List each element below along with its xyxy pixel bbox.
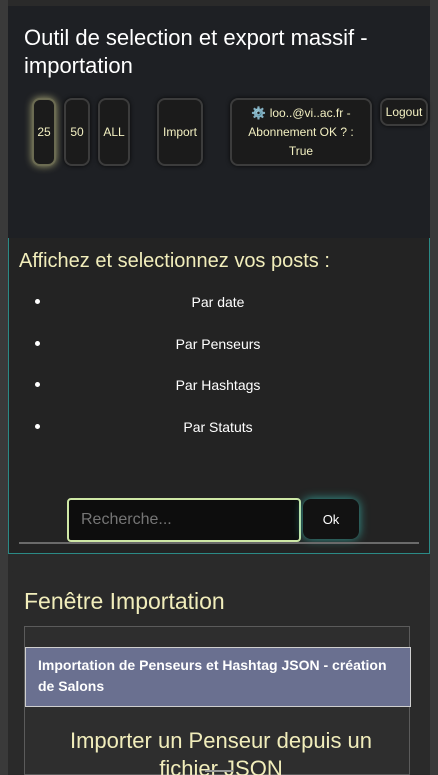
- filter-by-date[interactable]: Par date: [9, 290, 427, 314]
- divider: [19, 542, 419, 544]
- limit-25-button[interactable]: 25: [32, 98, 56, 166]
- search-ok-button[interactable]: Ok: [303, 499, 359, 539]
- logout-button[interactable]: Logout: [380, 98, 428, 126]
- posts-panel: Affichez et selectionnez vos posts : Par…: [8, 238, 430, 554]
- bottom-handle: [205, 770, 233, 772]
- import-box: Importation de Penseurs et Hashtag JSON …: [24, 626, 411, 775]
- posts-heading: Affichez et selectionnez vos posts :: [19, 250, 330, 272]
- account-settings-button[interactable]: ⚙️ loo..@vi..ac.fr - Abonnement OK ? : T…: [230, 98, 372, 166]
- page-title: Outil de selection et export massif - im…: [24, 25, 368, 78]
- import-heading: Fenêtre Importation: [24, 588, 225, 614]
- limit-50-button[interactable]: 50: [64, 98, 90, 166]
- scroll-gutter-right: [430, 0, 438, 775]
- scroll-gutter-left: [0, 0, 8, 775]
- header-panel: Outil de selection et export massif - im…: [8, 6, 430, 238]
- import-button[interactable]: Import: [157, 98, 203, 166]
- filter-by-status[interactable]: Par Statuts: [9, 415, 427, 439]
- import-section-banner[interactable]: Importation de Penseurs et Hashtag JSON …: [25, 647, 411, 707]
- import-panel: Fenêtre Importation Importation de Pense…: [8, 570, 430, 775]
- filter-by-thinkers[interactable]: Par Penseurs: [9, 332, 427, 356]
- filter-by-hashtags[interactable]: Par Hashtags: [9, 373, 427, 397]
- limit-all-button[interactable]: ALL: [98, 98, 130, 166]
- import-thinker-heading: Importer un Penseur depuis un fichier JS…: [69, 728, 373, 775]
- search-input[interactable]: [67, 498, 301, 542]
